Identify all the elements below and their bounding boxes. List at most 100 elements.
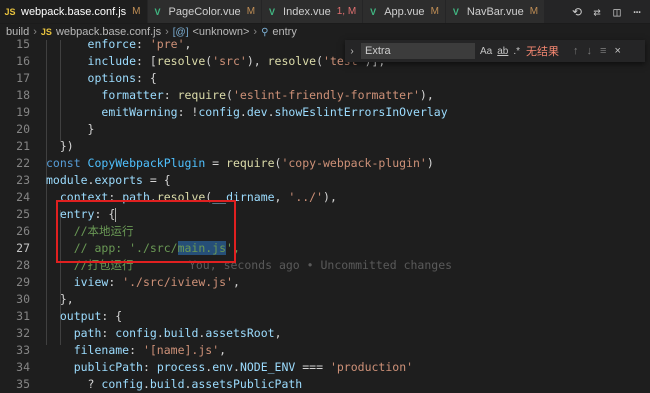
tab-label: NavBar.vue (466, 5, 524, 18)
code-token: }, (46, 292, 74, 306)
tab-actions: ⟲ ⇄ ◫ ⋯ (570, 0, 650, 23)
code-token: build (163, 326, 199, 340)
code-token: process (156, 360, 206, 374)
line-number: 28 (16, 258, 30, 272)
find-in-selection-button[interactable]: ≡ (600, 45, 606, 57)
open-changes-icon[interactable]: ⇄ (590, 5, 604, 19)
line-number: 23 (16, 173, 30, 187)
code-token: ) (426, 156, 434, 170)
split-editor-icon[interactable]: ◫ (610, 5, 624, 19)
code-token: : (142, 360, 157, 374)
code-line[interactable]: 34 publicPath: process.env.NODE_ENV === … (0, 359, 650, 376)
vue-file-icon: V (370, 6, 377, 17)
code-token: : (129, 343, 143, 357)
code-token: publicPath (73, 360, 143, 374)
code-line[interactable]: 23 module.exports = { (0, 172, 650, 189)
more-actions-icon[interactable]: ⋯ (630, 5, 644, 19)
tab-label: Index.vue (283, 5, 331, 18)
code-text: formatter: require('eslint-friendly-form… (46, 87, 434, 104)
code-token: config (101, 377, 143, 391)
code-token: ), (419, 88, 434, 102)
code-token: ), (246, 54, 268, 68)
code-line[interactable]: 19 emitWarning: !config.dev.showEslintEr… (0, 104, 650, 121)
code-text: path: config.build.assetsRoot, (46, 325, 282, 342)
code-token: emitWarning (101, 105, 178, 119)
code-token: 'production' (329, 360, 414, 374)
code-token: ( (226, 88, 233, 102)
tab-webpack-base-conf-js[interactable]: JS webpack.base.conf.js M (0, 0, 148, 23)
js-file-icon: JS (4, 6, 16, 17)
code-token: '../' (288, 190, 324, 204)
previous-match-button[interactable]: ↑ (573, 45, 579, 57)
tab-status: M (529, 6, 539, 17)
code-token: . (156, 326, 164, 340)
code-token: showEslintErrorsInOverlay (274, 105, 448, 119)
code-line[interactable]: 21 }) (0, 138, 650, 155)
code-line[interactable]: 17 options: { (0, 70, 650, 87)
tab-app-vue[interactable]: V App.vue M (363, 0, 446, 23)
line-number: 35 (16, 377, 30, 391)
code-token: : (136, 37, 150, 51)
code-line[interactable]: 32 path: config.build.assetsRoot, (0, 325, 650, 342)
tab-index-vue[interactable]: V Index.vue 1, M (262, 0, 364, 23)
tab-navbar-vue[interactable]: V NavBar.vue M (445, 0, 546, 23)
toggle-replace-icon[interactable]: › (345, 46, 359, 57)
tab-label: PageColor.vue (168, 5, 241, 18)
code-token: options (87, 71, 137, 85)
line-number: 34 (16, 360, 30, 374)
code-text: iview: './src/iview.js', (46, 274, 240, 291)
code-editor[interactable]: 15 enforce: 'pre', 16 include: [resolve('… (0, 37, 650, 391)
code-token: NODE_ENV (239, 360, 296, 374)
code-line[interactable]: 18 formatter: require('eslint-friendly-f… (0, 87, 650, 104)
code-token: ( (316, 54, 324, 68)
code-text: publicPath: process.env.NODE_ENV === 'pr… (46, 359, 413, 376)
code-token: config (115, 326, 157, 340)
code-token: path (73, 326, 102, 340)
code-token: 'eslint-friendly-formatter' (232, 88, 420, 102)
history-icon[interactable]: ⟲ (570, 5, 584, 19)
line-number: 26 (16, 224, 30, 238)
code-line[interactable]: 29 iview: './src/iview.js', (0, 274, 650, 291)
tab-pagecolor-vue[interactable]: V PageColor.vue M (147, 0, 263, 23)
code-token: . (267, 105, 275, 119)
code-token: : [ (136, 54, 157, 68)
line-number: 17 (16, 71, 30, 85)
line-number: 25 (16, 207, 30, 221)
code-line[interactable]: 35 ? config.build.assetsPublicPath (0, 376, 650, 393)
tab-status: M (246, 6, 256, 17)
code-token: build (149, 377, 185, 391)
code-line[interactable]: 20 } (0, 121, 650, 138)
code-token: = { (142, 173, 171, 187)
line-number: 29 (16, 275, 30, 289)
code-line[interactable]: 30 }, (0, 291, 650, 308)
regex-button[interactable]: .* (513, 46, 520, 57)
next-match-button[interactable]: ↓ (587, 45, 593, 57)
line-number: 32 (16, 326, 30, 340)
whole-word-button[interactable]: ab (497, 46, 508, 57)
editor-tab-bar: JS webpack.base.conf.js M V PageColor.vue M V I… (0, 0, 650, 24)
line-number: 19 (16, 105, 30, 119)
code-text: module.exports = { (46, 172, 171, 189)
match-case-button[interactable]: Aa (480, 46, 492, 57)
code-token: : { (101, 309, 123, 323)
code-token: resolve (267, 54, 317, 68)
find-input[interactable]: Extra (361, 43, 475, 59)
code-token: , (184, 37, 192, 51)
code-token: exports (94, 173, 143, 187)
code-token: assetsRoot (205, 326, 275, 340)
tab-label: App.vue (384, 5, 425, 18)
code-token: } (46, 122, 95, 136)
tab-status: M (430, 6, 439, 17)
code-token: enforce (87, 37, 137, 51)
code-line[interactable]: 22 const CopyWebpackPlugin = require('cop… (0, 155, 650, 172)
code-token: env (212, 360, 233, 374)
annotation-highlight-box (56, 200, 236, 263)
close-find-button[interactable]: × (614, 45, 620, 57)
code-token: . (184, 377, 192, 391)
code-token: 'copy-webpack-plugin' (281, 156, 427, 170)
code-line[interactable]: 31 output: { (0, 308, 650, 325)
